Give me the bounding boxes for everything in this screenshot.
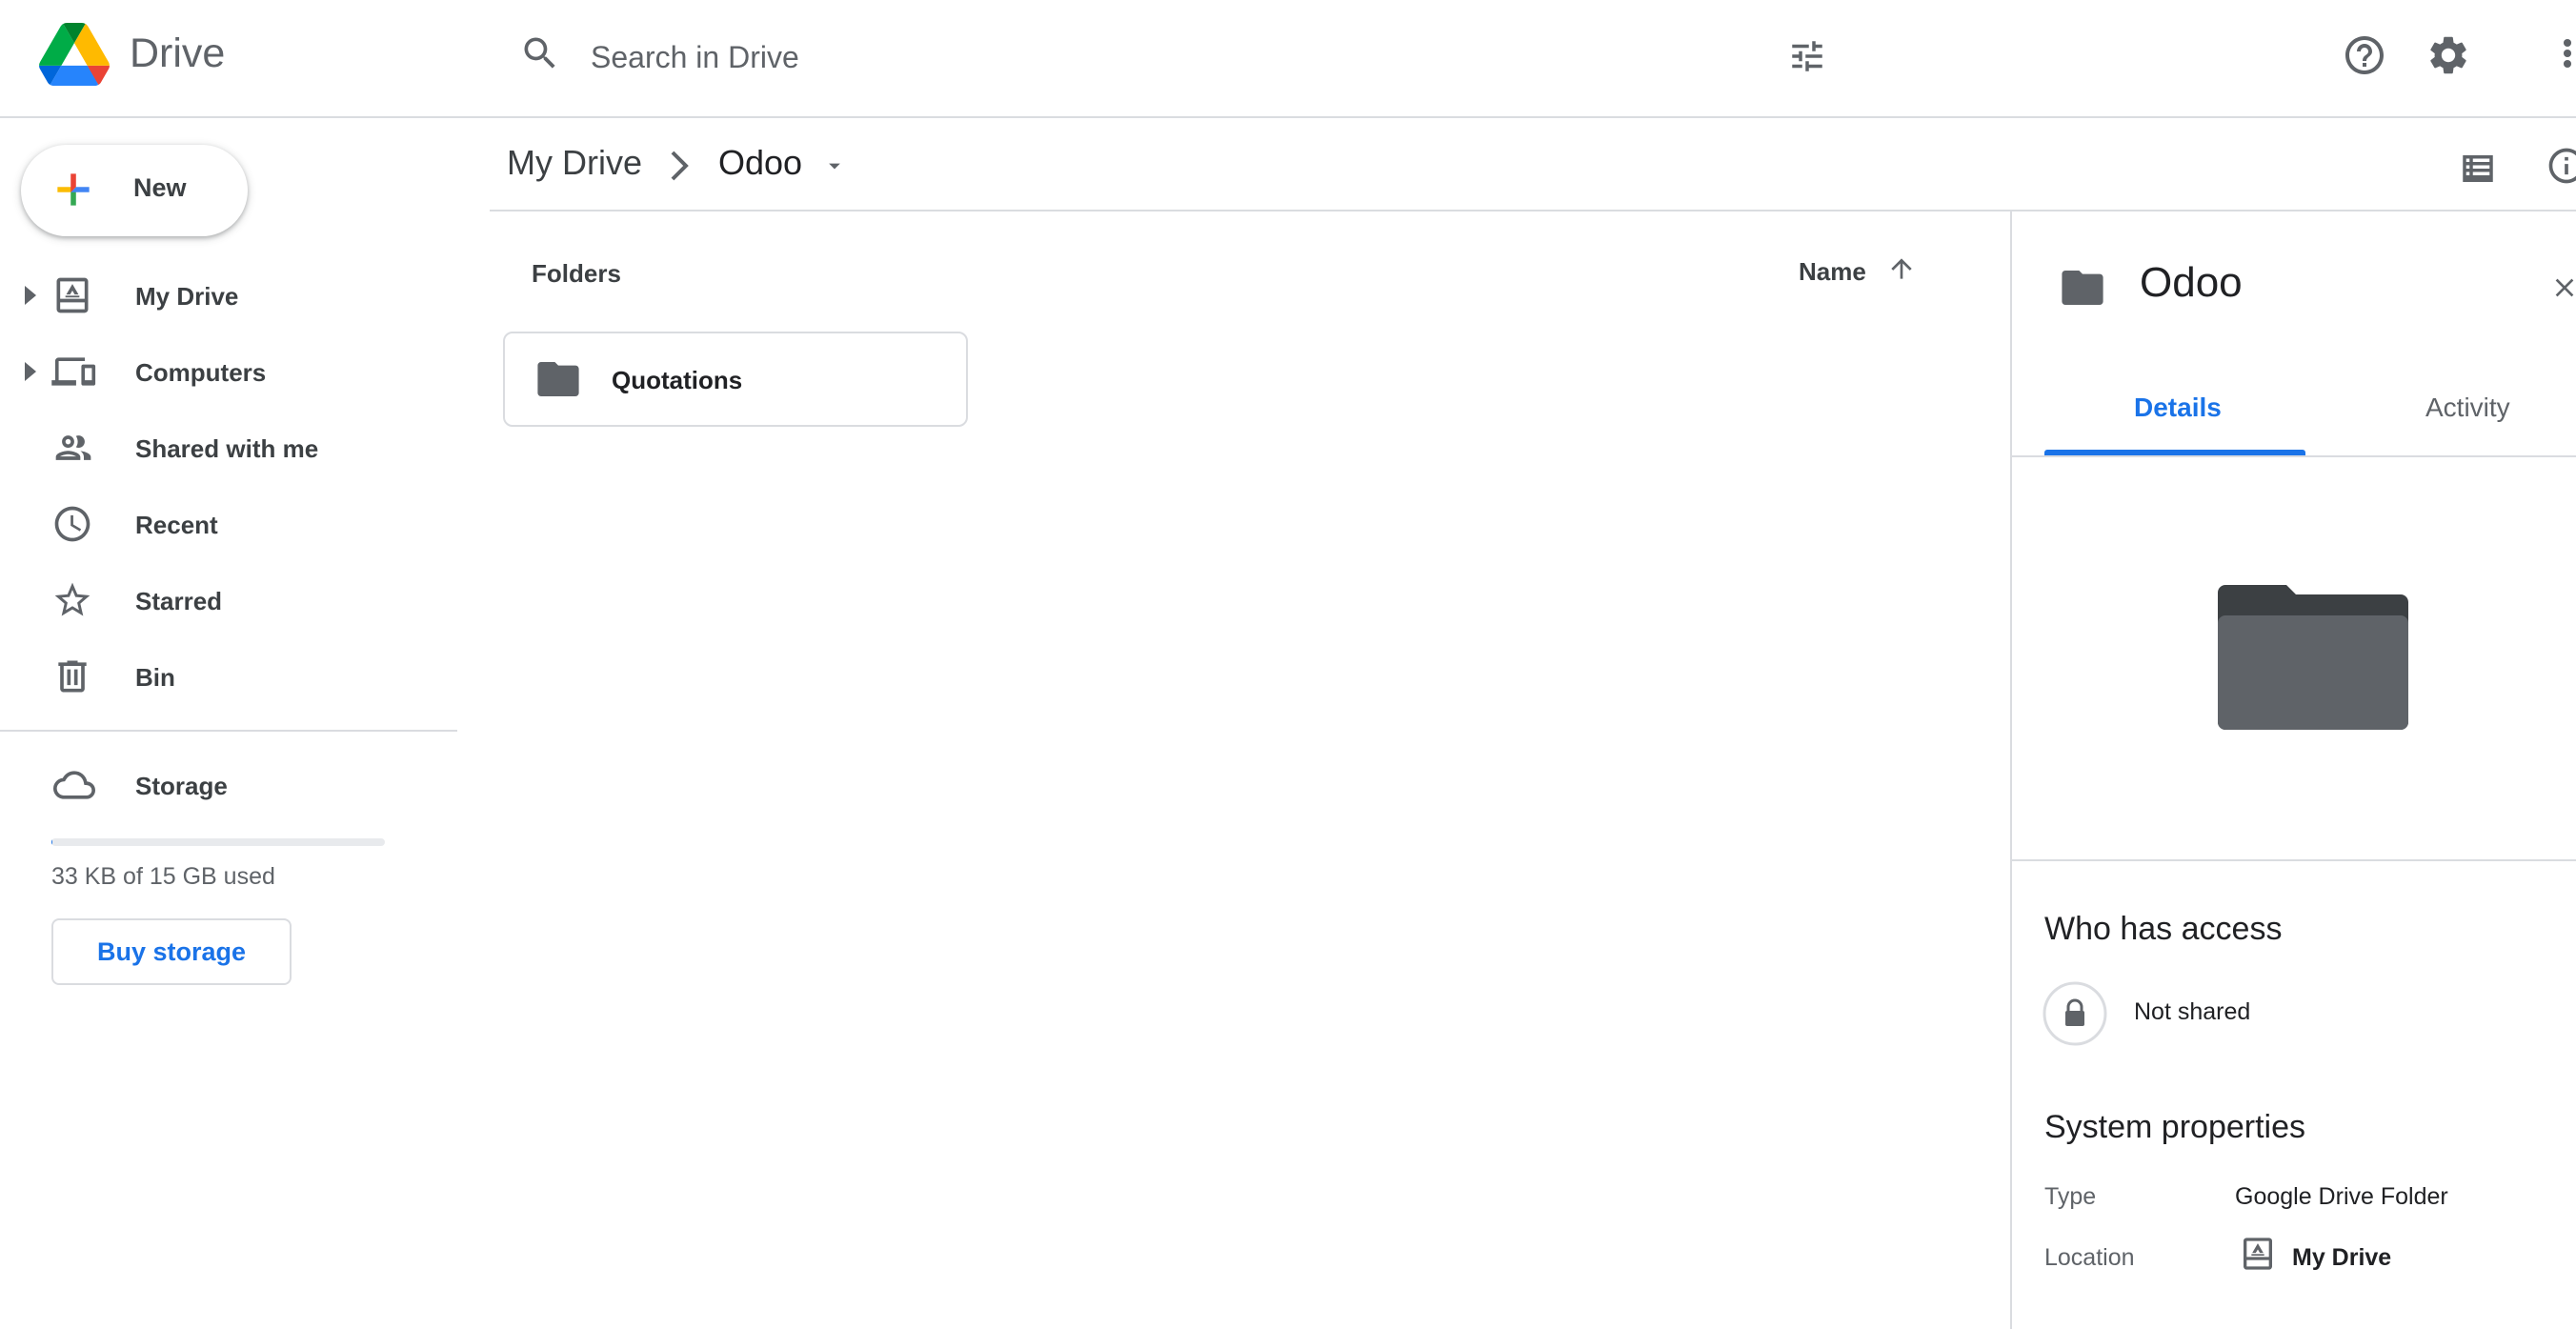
tab-activity[interactable]: Activity: [2425, 393, 2510, 423]
chevron-right-icon: [667, 149, 694, 183]
drive-logo-icon[interactable]: [38, 23, 111, 86]
sidebar-item-label: Starred: [135, 587, 223, 615]
sidebar-item-label: Shared with me: [135, 434, 319, 463]
help-icon[interactable]: [2342, 32, 2387, 78]
sidebar-item-label: Computers: [135, 358, 267, 387]
expand-arrow-icon[interactable]: [21, 360, 40, 383]
location-value[interactable]: My Drive: [2292, 1244, 2391, 1272]
sidebar-divider: [0, 730, 457, 732]
trash-icon: [51, 655, 93, 697]
sidebar-item-label: Bin: [135, 663, 175, 692]
buy-storage-button[interactable]: Buy storage: [51, 918, 292, 985]
breadcrumb-current-folder[interactable]: Odoo: [718, 143, 802, 183]
folder-icon: [537, 362, 579, 396]
storage-label: Storage: [135, 772, 228, 800]
breadcrumb: [490, 118, 2576, 211]
system-properties-heading: System properties: [2044, 1109, 2305, 1145]
sidebar-item-label: Recent: [135, 511, 218, 539]
my-drive-icon: [51, 274, 93, 316]
sidebar-item-label: My Drive: [135, 282, 239, 311]
caret-down-icon[interactable]: [821, 152, 848, 179]
my-drive-icon: [2239, 1235, 2277, 1273]
storage-usage-text: 33 KB of 15 GB used: [51, 863, 275, 890]
breadcrumb-my-drive[interactable]: My Drive: [507, 143, 642, 183]
active-tab-indicator: [2044, 450, 2305, 455]
storage-usage-fill: [51, 838, 52, 846]
access-status: Not shared: [2134, 998, 2251, 1025]
close-icon[interactable]: [2549, 272, 2576, 303]
info-icon[interactable]: [2546, 145, 2576, 187]
folders-section-label: Folders: [532, 259, 621, 288]
search-icon[interactable]: [519, 32, 561, 74]
list-view-icon[interactable]: [2458, 149, 2498, 189]
plus-icon: [50, 166, 97, 213]
app-name: Drive: [130, 30, 226, 76]
apps-icon[interactable]: [2559, 32, 2576, 74]
tune-icon[interactable]: [1787, 36, 1827, 76]
lock-icon: [2043, 981, 2107, 1046]
arrow-up-icon[interactable]: [1886, 253, 1917, 284]
computers-icon: [51, 351, 99, 393]
folder-name: Quotations: [612, 366, 743, 394]
tab-details[interactable]: Details: [2134, 393, 2222, 423]
type-value: Google Drive Folder: [2235, 1183, 2448, 1210]
new-button-label: New: [133, 173, 187, 202]
type-label: Type: [2044, 1183, 2097, 1210]
storage-usage-bar: [51, 838, 385, 846]
details-title: Odoo: [2140, 259, 2243, 306]
gear-icon[interactable]: [2425, 32, 2471, 78]
details-panel: [2010, 211, 2576, 1329]
sort-by-name-button[interactable]: Name: [1799, 257, 1866, 287]
cloud-icon: [51, 764, 97, 806]
star-icon: [51, 579, 93, 621]
people-icon: [51, 427, 95, 469]
clock-icon: [51, 503, 93, 545]
who-has-access-heading: Who has access: [2044, 911, 2283, 947]
location-label: Location: [2044, 1244, 2135, 1271]
search-input[interactable]: [591, 29, 1734, 86]
folder-icon: [2062, 271, 2103, 305]
preview-divider: [2010, 859, 2576, 861]
tabs-divider: [2010, 455, 2576, 457]
folder-preview-icon: [2218, 585, 2408, 730]
expand-arrow-icon[interactable]: [21, 284, 40, 307]
